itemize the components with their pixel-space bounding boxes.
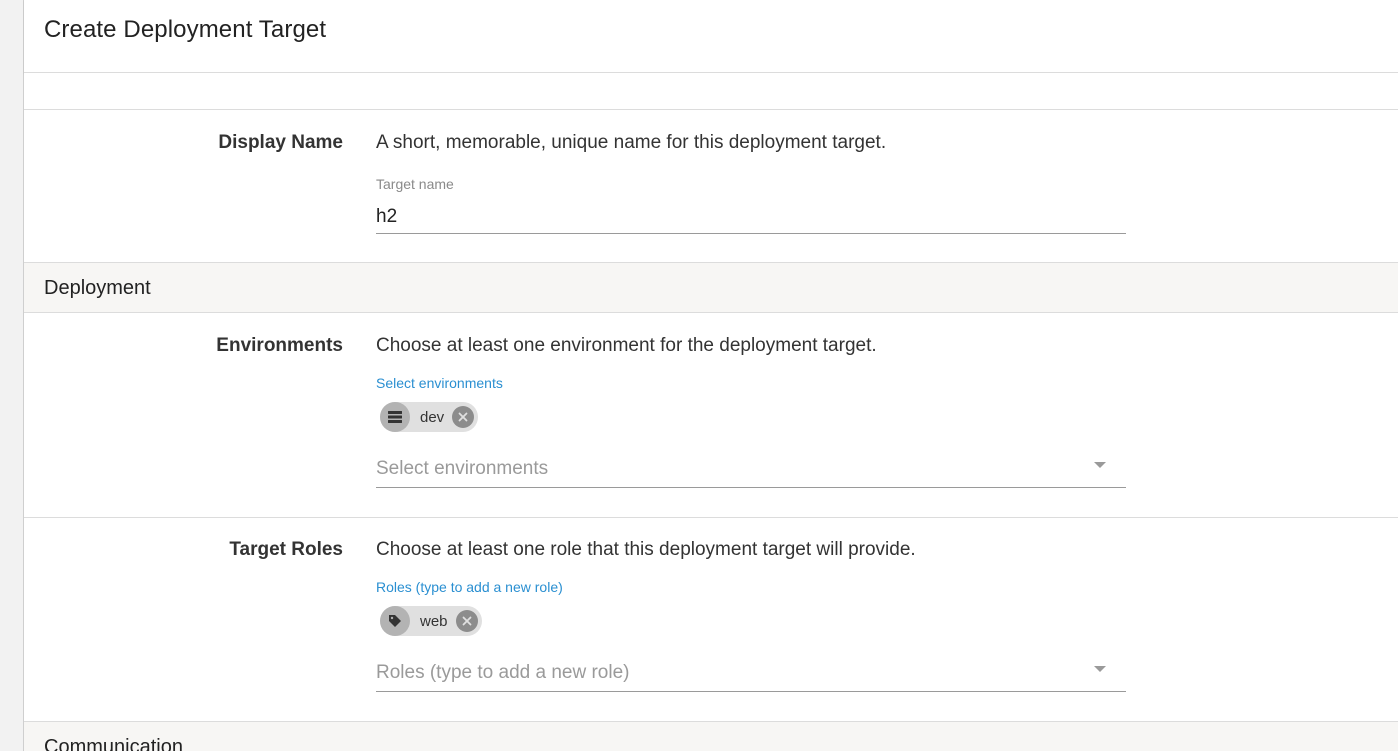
role-chip-web[interactable]: web <box>380 606 482 636</box>
deployment-section-header: Deployment <box>24 262 1398 313</box>
environment-chip-dev[interactable]: dev <box>380 402 479 432</box>
environments-label: Environments <box>216 335 343 356</box>
environments-caption: Select environments <box>376 375 503 391</box>
target-roles-label: Target Roles <box>229 539 343 560</box>
header-spacer <box>24 73 1398 110</box>
environments-select[interactable]: Select environments <box>376 452 1126 488</box>
page-title: Create Deployment Target <box>44 16 327 43</box>
deployment-section-title: Deployment <box>44 277 151 299</box>
page-header: Create Deployment Target <box>24 0 1398 73</box>
create-target-panel: Create Deployment Target Display Name A … <box>24 0 1398 751</box>
communication-section-header: Communication <box>24 721 1398 751</box>
communication-section-title: Communication <box>44 736 183 751</box>
target-roles-description: Choose at least one role that this deplo… <box>376 539 916 560</box>
dropdown-caret-icon[interactable] <box>1094 462 1106 468</box>
left-rail <box>0 0 24 751</box>
target-roles-row: Target Roles Choose at least one role th… <box>24 518 1398 721</box>
remove-chip-icon[interactable] <box>455 610 478 632</box>
tag-icon <box>380 606 410 636</box>
remove-chip-icon[interactable] <box>452 406 475 428</box>
target-name-input[interactable]: h2 <box>376 204 1126 234</box>
target-name-value: h2 <box>376 206 398 227</box>
roles-select[interactable]: Roles (type to add a new role) <box>376 656 1126 692</box>
environments-row: Environments Choose at least one environ… <box>24 313 1398 517</box>
display-name-description: A short, memorable, unique name for this… <box>376 132 887 153</box>
roles-placeholder: Roles (type to add a new role) <box>376 662 630 683</box>
target-name-caption: Target name <box>376 176 454 192</box>
display-name-label: Display Name <box>218 132 343 153</box>
environment-chip-label: dev <box>420 408 445 426</box>
dropdown-caret-icon[interactable] <box>1094 666 1106 672</box>
environments-description: Choose at least one environment for the … <box>376 335 877 356</box>
environment-list-icon <box>380 402 410 432</box>
environments-placeholder: Select environments <box>376 458 549 479</box>
roles-caption: Roles (type to add a new role) <box>376 579 563 595</box>
display-name-row: Display Name A short, memorable, unique … <box>24 110 1398 262</box>
role-chip-label: web <box>420 612 448 630</box>
